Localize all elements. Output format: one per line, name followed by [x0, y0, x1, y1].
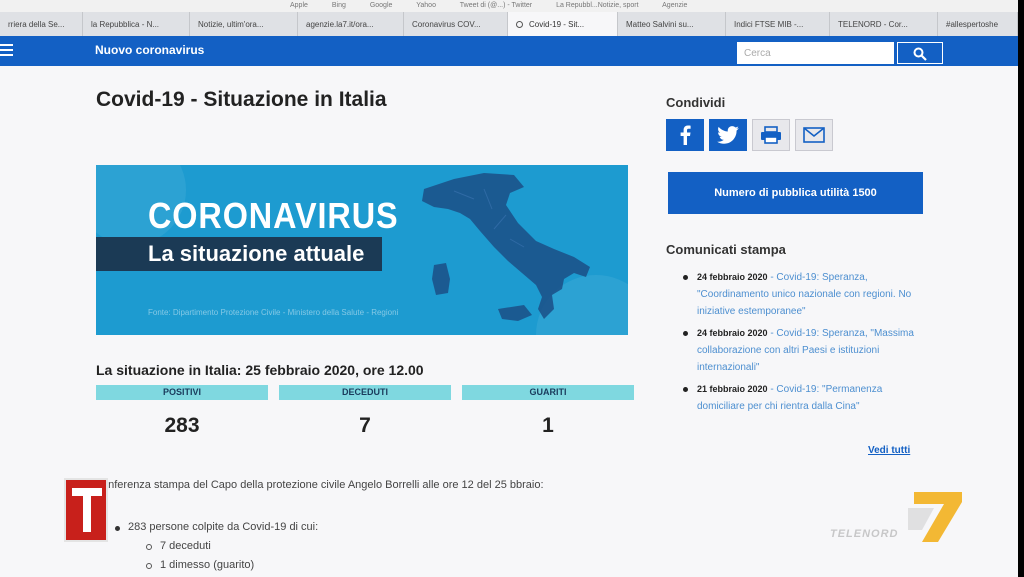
twitter-icon [717, 126, 739, 144]
situation-heading: La situazione in Italia: 25 febbraio 202… [96, 362, 424, 378]
stat-label: GUARITI [462, 385, 634, 400]
browser-tab-label: Covid-19 - Sit... [529, 20, 585, 29]
browser-screen: Apple Bing Google Yahoo Tweet di (@...) … [0, 0, 1018, 577]
la7-logo-icon [908, 492, 962, 542]
italy-map-icon [422, 173, 590, 321]
news-date: 21 febbraio 2020 [697, 384, 768, 394]
hero-title: CORONAVIRUS [148, 195, 399, 236]
see-all-link[interactable]: Vedi tutti [868, 445, 910, 456]
site-title[interactable]: Nuovo coronavirus [95, 43, 204, 57]
stat-label: POSITIVI [96, 385, 268, 400]
browser-tab[interactable]: Matteo Salvini su... [618, 12, 726, 36]
bookmark-item[interactable]: Yahoo [416, 2, 436, 9]
bookmark-item[interactable]: Agenzie [662, 2, 687, 9]
stat-value: 1 [542, 414, 554, 437]
share-twitter-button[interactable] [709, 119, 747, 151]
news-link[interactable]: "Coordinamento unico nazionale con regio… [697, 289, 911, 317]
print-icon [761, 126, 781, 144]
news-item[interactable]: 24 febbraio 2020 - Covid-19: Speranza, "… [683, 269, 928, 320]
list-item: 283 persone colpite da Covid-19 di cui: [115, 521, 318, 533]
search-button[interactable] [897, 42, 943, 64]
bookmark-item[interactable]: Bing [332, 2, 346, 9]
hero-source: Fonte: Dipartimento Protezione Civile - … [148, 308, 399, 317]
bookmark-item[interactable]: Google [370, 2, 393, 9]
browser-tab[interactable]: #allespertoshe [938, 12, 1018, 36]
tab-favicon-icon [516, 21, 523, 28]
site-header: Nuovo coronavirus [0, 36, 1018, 66]
news-source[interactable]: - Covid-19: Speranza, [768, 328, 867, 339]
browser-tab[interactable]: rriera della Se... [0, 12, 83, 36]
news-date: 24 febbraio 2020 [697, 272, 768, 282]
bookmark-item[interactable]: Tweet di (@...) - Twitter [460, 2, 532, 9]
channel-watermark-text: TELENORD [830, 528, 899, 540]
browser-tab[interactable]: Coronavirus COV... [404, 12, 508, 36]
bookmarks-bar: Apple Bing Google Yahoo Tweet di (@...) … [0, 0, 1018, 12]
facebook-icon [680, 125, 691, 145]
mail-icon [803, 127, 825, 143]
share-heading: Condividi [666, 95, 726, 110]
press-releases-heading: Comunicati stampa [666, 242, 786, 257]
stat-deceduti: DECEDUTI 7 [279, 385, 451, 438]
press-conference-text: onferenza stampa del Capo della protezio… [102, 479, 544, 491]
bookmark-item[interactable]: Apple [290, 2, 308, 9]
list-subitem: 1 dimesso (guarito) [115, 559, 318, 571]
stat-value: 283 [164, 414, 200, 437]
share-facebook-button[interactable] [666, 119, 704, 151]
news-item[interactable]: 24 febbraio 2020 - Covid-19: Speranza, "… [683, 325, 928, 376]
news-source[interactable]: - Covid-19: [768, 384, 819, 395]
browser-tab-bar: rriera della Se... la Repubblica - N... … [0, 12, 1018, 36]
news-date: 24 febbraio 2020 [697, 328, 768, 338]
hero-subtitle: La situazione attuale [96, 237, 382, 271]
stat-value: 7 [359, 414, 371, 437]
browser-tab[interactable]: TELENORD - Cor... [830, 12, 938, 36]
page-title: Covid-19 - Situazione in Italia [96, 88, 387, 111]
stat-positivi: POSITIVI 283 [96, 385, 268, 438]
stat-label: DECEDUTI [279, 385, 451, 400]
bookmark-item[interactable]: La Repubbl...Notizie, sport [556, 2, 639, 9]
tv-channel-logo [64, 478, 108, 542]
bullet-list: 283 persone colpite da Covid-19 di cui: … [115, 521, 318, 571]
public-utility-number-button[interactable]: Numero di pubblica utilità 1500 [668, 172, 923, 214]
mail-button[interactable] [795, 119, 833, 151]
browser-tab-active[interactable]: Covid-19 - Sit... [508, 12, 618, 36]
browser-tab[interactable]: agenzie.la7.it/ora... [298, 12, 404, 36]
browser-tab[interactable]: Notizie, ultim'ora... [190, 12, 298, 36]
browser-tab[interactable]: la Repubblica - N... [83, 12, 190, 36]
news-source[interactable]: - Covid-19: Speranza, [768, 272, 867, 283]
menu-icon[interactable] [0, 41, 14, 59]
hero-banner: CORONAVIRUS La situazione attuale Fonte:… [96, 165, 628, 335]
press-releases-list: 24 febbraio 2020 - Covid-19: Speranza, "… [683, 269, 928, 420]
print-button[interactable] [752, 119, 790, 151]
search-icon [913, 47, 927, 61]
browser-tab[interactable]: Indici FTSE MIB -... [726, 12, 830, 36]
list-subitem: 7 deceduti [115, 540, 318, 552]
search-input[interactable] [737, 42, 894, 64]
stat-guariti: GUARITI 1 [462, 385, 634, 438]
news-item[interactable]: 21 febbraio 2020 - Covid-19: "Permanenza… [683, 381, 928, 415]
